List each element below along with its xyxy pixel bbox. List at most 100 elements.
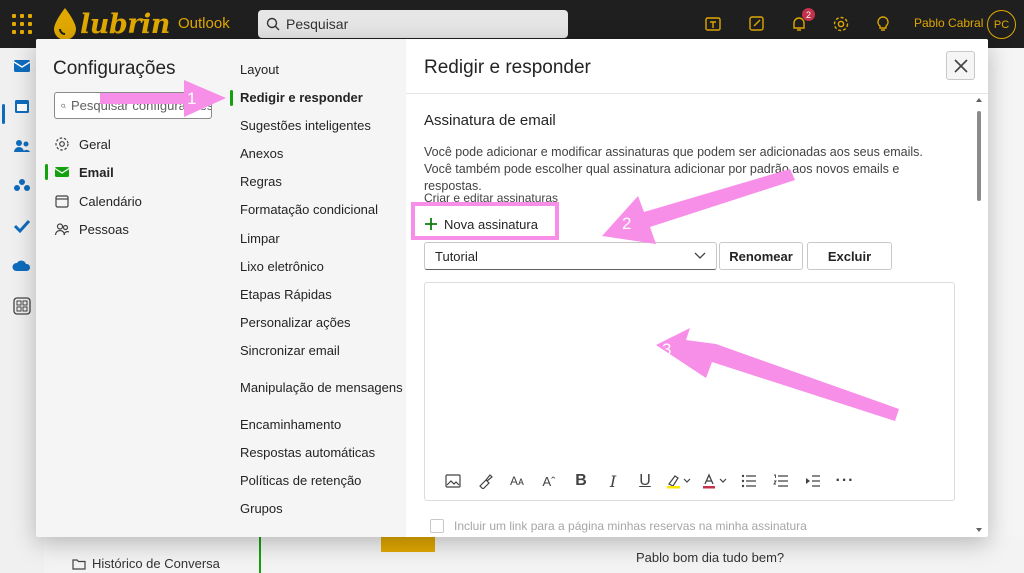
subcategory-groups[interactable]: Grupos <box>240 501 283 516</box>
settings-title: Configurações <box>53 58 176 79</box>
format-painter-icon[interactable] <box>469 469 501 493</box>
subcategory-compose-reply[interactable]: Redigir e responder <box>240 90 363 105</box>
booking-link-checkbox[interactable] <box>430 519 444 533</box>
category-general[interactable]: Geral <box>54 133 111 155</box>
editor-toolbar: Aᴀ Aˆ B I U ··· <box>437 469 861 493</box>
subcategory-quick-steps[interactable]: Etapas Rápidas <box>240 287 332 302</box>
italic-icon[interactable]: I <box>597 469 629 493</box>
rename-button[interactable]: Renomear <box>719 242 803 270</box>
annotation-highlight-box <box>411 202 559 240</box>
bold-icon[interactable]: B <box>565 469 597 493</box>
settings-search[interactable] <box>54 92 212 119</box>
subcategory-junk-email[interactable]: Lixo eletrônico <box>240 259 324 274</box>
subcategory-customize-actions[interactable]: Personalizar ações <box>240 315 351 330</box>
category-label: Calendário <box>79 193 142 209</box>
category-email[interactable]: Email <box>54 161 114 183</box>
message-preview[interactable]: Pablo bom dia tudo bem? <box>636 550 784 565</box>
subcategory-conditional-formatting[interactable]: Formatação condicional <box>240 202 378 217</box>
category-label: Geral <box>79 136 111 152</box>
settings-categories: Configurações Geral Email Calendário Pes… <box>36 39 230 537</box>
section-description: Você pode adicionar e modificar assinatu… <box>424 145 923 193</box>
category-people[interactable]: Pessoas <box>54 218 129 240</box>
booking-link-option[interactable]: Incluir um link para a página minhas res… <box>430 519 807 533</box>
calendar-icon[interactable] <box>10 94 34 118</box>
onedrive-icon[interactable] <box>10 254 34 278</box>
user-name[interactable]: Pablo Cabral <box>914 16 983 30</box>
drop-logo-icon <box>54 8 76 40</box>
image-icon[interactable] <box>437 469 469 493</box>
subcategory-sweep[interactable]: Limpar <box>240 231 280 246</box>
background-divider <box>259 537 261 573</box>
background-panel <box>988 48 1024 573</box>
mail-icon[interactable] <box>10 54 34 78</box>
background-button <box>381 537 435 552</box>
underline-icon[interactable]: U <box>629 469 661 493</box>
close-button[interactable] <box>946 51 975 80</box>
search-icon <box>266 17 280 31</box>
subcategory-forwarding[interactable]: Encaminhamento <box>240 417 341 432</box>
font-size-icon[interactable]: Aᴀ <box>501 469 533 493</box>
brand-logo[interactable]: lubrin <box>52 4 170 44</box>
rail-active-indicator <box>2 104 5 124</box>
avatar[interactable]: PC <box>987 10 1016 39</box>
background-folder[interactable]: Histórico de Conversa <box>72 556 220 571</box>
pane-title: Redigir e responder <box>424 57 591 78</box>
note-feedback-icon[interactable] <box>744 11 770 37</box>
numbering-icon[interactable] <box>765 469 797 493</box>
global-search-input[interactable] <box>286 16 546 32</box>
todo-check-icon[interactable] <box>10 214 34 238</box>
category-calendar[interactable]: Calendário <box>54 190 142 212</box>
subcategory-attachments[interactable]: Anexos <box>240 146 283 161</box>
selected-signature: Tutorial <box>435 248 478 264</box>
category-active-indicator <box>45 164 48 180</box>
subcategory-sync-email[interactable]: Sincronizar email <box>240 343 340 358</box>
gear-icon[interactable] <box>828 11 854 37</box>
pane-divider <box>406 93 988 94</box>
chevron-down-icon <box>694 252 706 259</box>
notifications-icon[interactable]: 2 <box>786 8 815 37</box>
settings-content-pane: Redigir e responder Assinatura de email … <box>406 39 988 537</box>
email-subcategories: Layout Redigir e responder Sugestões int… <box>230 39 406 537</box>
signature-editor[interactable]: Aᴀ Aˆ B I U ··· <box>424 282 955 501</box>
font-color-icon[interactable] <box>697 469 733 493</box>
app-launcher-icon[interactable] <box>10 12 34 36</box>
calendar-icon <box>55 195 69 208</box>
category-label: Pessoas <box>79 221 129 237</box>
bullets-icon[interactable] <box>733 469 765 493</box>
scroll-thumb[interactable] <box>977 111 981 201</box>
subcategory-retention-policies[interactable]: Políticas de retenção <box>240 473 361 488</box>
scroll-down-icon[interactable] <box>976 527 982 533</box>
close-icon <box>953 58 968 73</box>
people-icon <box>54 223 70 236</box>
mail-icon <box>54 167 70 177</box>
gear-icon <box>55 137 69 151</box>
teams-icon[interactable] <box>700 11 726 37</box>
subcategory-layout[interactable]: Layout <box>240 62 279 77</box>
global-search[interactable] <box>258 10 568 38</box>
grow-font-icon[interactable]: Aˆ <box>533 469 565 493</box>
signature-select[interactable]: Tutorial <box>424 242 717 270</box>
app-name[interactable]: Outlook <box>178 15 230 32</box>
subcategory-rules[interactable]: Regras <box>240 174 282 189</box>
booking-link-label: Incluir um link para a página minhas res… <box>454 519 807 533</box>
folder-label: Histórico de Conversa <box>92 556 220 571</box>
brand-name: lubrin <box>80 8 170 40</box>
more-apps-icon[interactable] <box>10 294 34 318</box>
delete-button[interactable]: Excluir <box>807 242 892 270</box>
subcategory-message-handling[interactable]: Manipulação de mensagens <box>240 380 403 395</box>
settings-dialog: Configurações Geral Email Calendário Pes… <box>36 39 988 537</box>
folder-icon <box>72 558 86 570</box>
search-icon <box>61 103 66 108</box>
subcategory-automatic-replies[interactable]: Respostas automáticas <box>240 445 375 460</box>
lightbulb-icon[interactable] <box>870 11 896 37</box>
settings-search-input[interactable] <box>71 98 211 113</box>
pane-scrollbar[interactable] <box>976 97 982 533</box>
more-icon[interactable]: ··· <box>829 469 861 493</box>
outdent-icon[interactable] <box>797 469 829 493</box>
subcategory-smart-suggestions[interactable]: Sugestões inteligentes <box>240 118 371 133</box>
subcategory-active-indicator <box>230 90 233 106</box>
groups-icon[interactable] <box>10 174 34 198</box>
scroll-up-icon[interactable] <box>976 97 982 103</box>
people-icon[interactable] <box>10 134 34 158</box>
highlight-icon[interactable] <box>661 469 697 493</box>
